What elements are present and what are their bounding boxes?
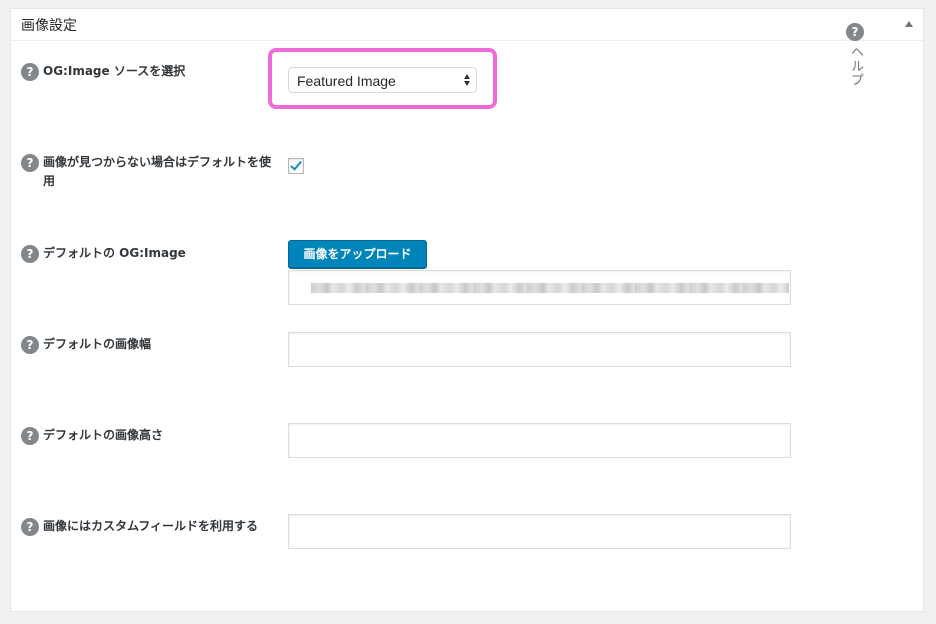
row-default-og-image: ? デフォルトの OG:Image <box>21 244 275 263</box>
checkmark-icon <box>290 158 302 171</box>
row-label-text: 画像が見つからない場合はデフォルトを使用 <box>43 155 272 188</box>
default-image-height-input[interactable] <box>288 423 791 458</box>
collapse-toggle-icon[interactable] <box>905 21 913 27</box>
row-label-text: 画像にはカスタムフィールドを利用する <box>43 519 259 533</box>
row-og-image-source: ? OG:Image ソースを選択 <box>21 62 275 81</box>
default-og-image-url-input[interactable] <box>288 270 791 305</box>
help-tab[interactable]: ? ヘルプ <box>846 21 864 87</box>
row-use-default-image: ? 画像が見つからない場合はデフォルトを使用 <box>21 153 275 191</box>
row-custom-field: ? 画像にはカスタムフィールドを利用する <box>21 517 275 536</box>
obscured-url-text <box>311 283 789 293</box>
row-label-text: デフォルトの画像幅 <box>43 337 152 351</box>
updown-arrows-icon <box>464 74 470 88</box>
help-icon[interactable]: ? <box>21 427 39 445</box>
panel-header: 画像設定 <box>11 9 923 41</box>
upload-image-button[interactable]: 画像をアップロード <box>288 240 427 268</box>
help-icon: ? <box>846 23 864 41</box>
help-icon[interactable]: ? <box>21 63 39 81</box>
og-image-source-select[interactable]: Featured Image <box>288 67 477 93</box>
custom-field-input[interactable] <box>288 514 791 549</box>
row-label-text: OG:Image ソースを選択 <box>43 64 186 78</box>
default-image-width-input[interactable] <box>288 332 791 367</box>
help-icon[interactable]: ? <box>21 245 39 263</box>
row-label-text: デフォルトの画像高さ <box>43 428 164 442</box>
help-icon[interactable]: ? <box>21 336 39 354</box>
help-label: ヘルプ <box>848 45 863 87</box>
help-icon[interactable]: ? <box>21 154 39 172</box>
image-settings-panel: 画像設定 ? ヘルプ ? OG:Image ソースを選択 Featured Im… <box>10 8 924 612</box>
select-value: Featured Image <box>297 73 396 89</box>
row-default-image-height: ? デフォルトの画像高さ <box>21 426 275 445</box>
panel-title: 画像設定 <box>21 18 77 34</box>
row-label-text: デフォルトの OG:Image <box>43 246 186 260</box>
use-default-checkbox[interactable] <box>288 158 304 174</box>
help-icon[interactable]: ? <box>21 518 39 536</box>
row-default-image-width: ? デフォルトの画像幅 <box>21 335 275 354</box>
